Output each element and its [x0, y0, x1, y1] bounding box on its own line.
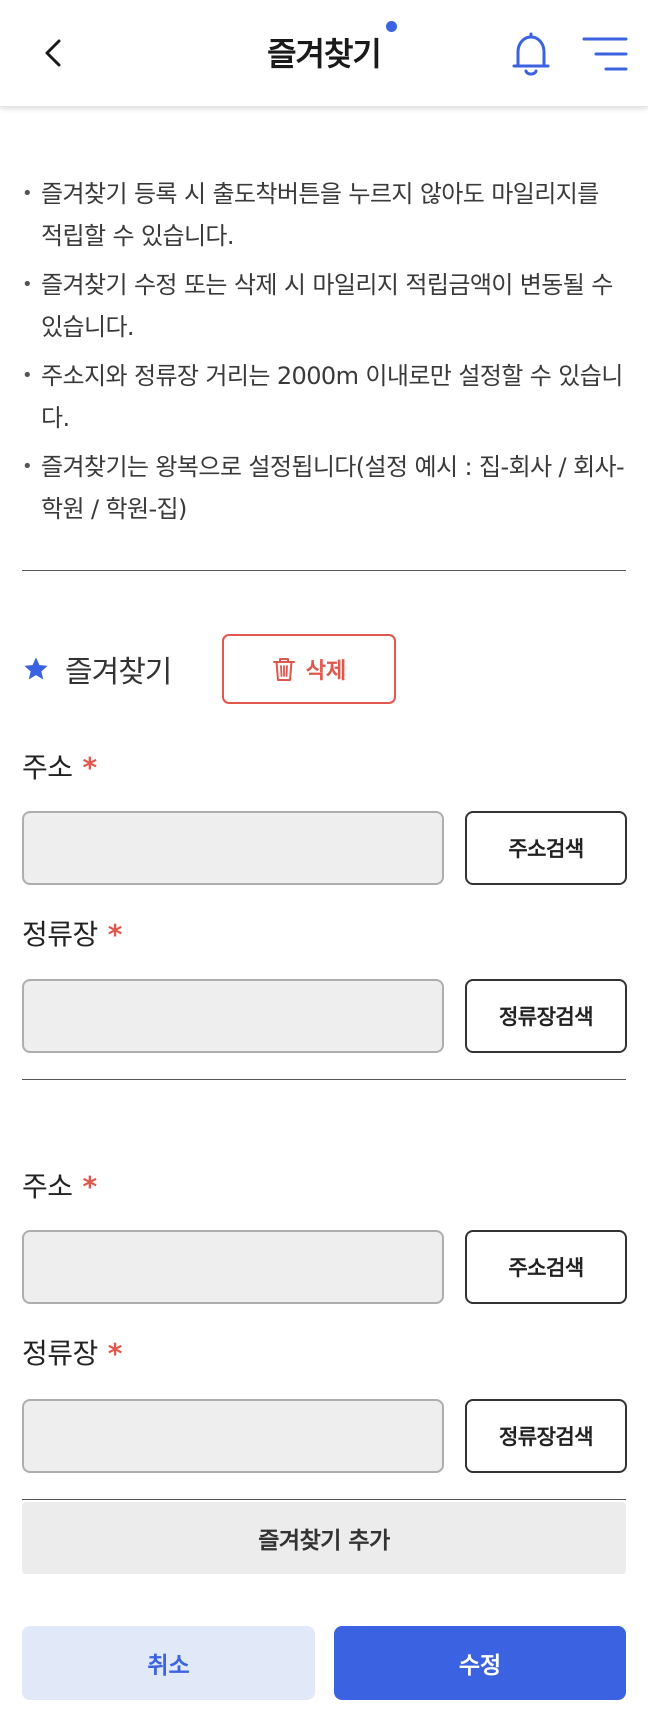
- stop-label: 정류장 *: [22, 1332, 122, 1372]
- menu-icon: [582, 37, 628, 71]
- address-input[interactable]: [22, 1230, 444, 1304]
- required-mark: *: [82, 751, 98, 784]
- notice-item: 주소지와 정류장 거리는 2000m 이내로만 설정할 수 있습니다.: [22, 355, 626, 439]
- notice-list: 즐겨찾기 등록 시 출도착버튼을 누르지 않아도 마일리지를 적립할 수 있습니…: [22, 173, 626, 537]
- notifications-button[interactable]: [510, 30, 552, 78]
- stop-input[interactable]: [22, 1399, 444, 1473]
- app-header: 즐겨찾기: [0, 0, 648, 107]
- divider: [22, 1079, 626, 1080]
- star-icon: [24, 657, 48, 680]
- required-mark: *: [107, 1337, 123, 1370]
- divider: [22, 570, 626, 571]
- favorite-heading: 즐겨찾기: [22, 649, 172, 690]
- address-label-text: 주소: [22, 751, 73, 784]
- add-favorite-button[interactable]: 즐겨찾기 추가: [22, 1502, 626, 1574]
- required-mark: *: [82, 1170, 98, 1203]
- address-label: 주소 *: [22, 746, 97, 786]
- stop-search-button[interactable]: 정류장검색: [465, 979, 627, 1053]
- delete-label: 삭제: [305, 659, 347, 684]
- divider: [22, 1499, 626, 1500]
- favorite-heading-label: 즐겨찾기: [65, 655, 172, 690]
- cancel-button[interactable]: 취소: [22, 1626, 315, 1700]
- stop-label: 정류장 *: [22, 913, 122, 953]
- notice-item: 즐겨찾기 수정 또는 삭제 시 마일리지 적립금액이 변동될 수 있습니다.: [22, 264, 626, 348]
- notification-dot: [386, 21, 397, 32]
- delete-button[interactable]: 삭제: [222, 634, 396, 704]
- stop-label-text: 정류장: [22, 1337, 98, 1370]
- trash-icon: [272, 658, 295, 681]
- stop-input[interactable]: [22, 979, 444, 1053]
- notice-item: 즐겨찾기 등록 시 출도착버튼을 누르지 않아도 마일리지를 적립할 수 있습니…: [22, 173, 626, 257]
- address-search-button[interactable]: 주소검색: [465, 1230, 627, 1304]
- address-label: 주소 *: [22, 1165, 97, 1205]
- address-search-button[interactable]: 주소검색: [465, 811, 627, 885]
- save-button[interactable]: 수정: [334, 1626, 626, 1700]
- menu-button[interactable]: [582, 34, 628, 74]
- bell-icon: [512, 32, 550, 76]
- address-input[interactable]: [22, 811, 444, 885]
- required-mark: *: [107, 918, 123, 951]
- address-label-text: 주소: [22, 1170, 73, 1203]
- stop-search-button[interactable]: 정류장검색: [465, 1399, 627, 1473]
- stop-label-text: 정류장: [22, 918, 98, 951]
- notice-item: 즐겨찾기는 왕복으로 설정됩니다(설정 예시 : 집-회사 / 회사-학원 / …: [22, 446, 626, 530]
